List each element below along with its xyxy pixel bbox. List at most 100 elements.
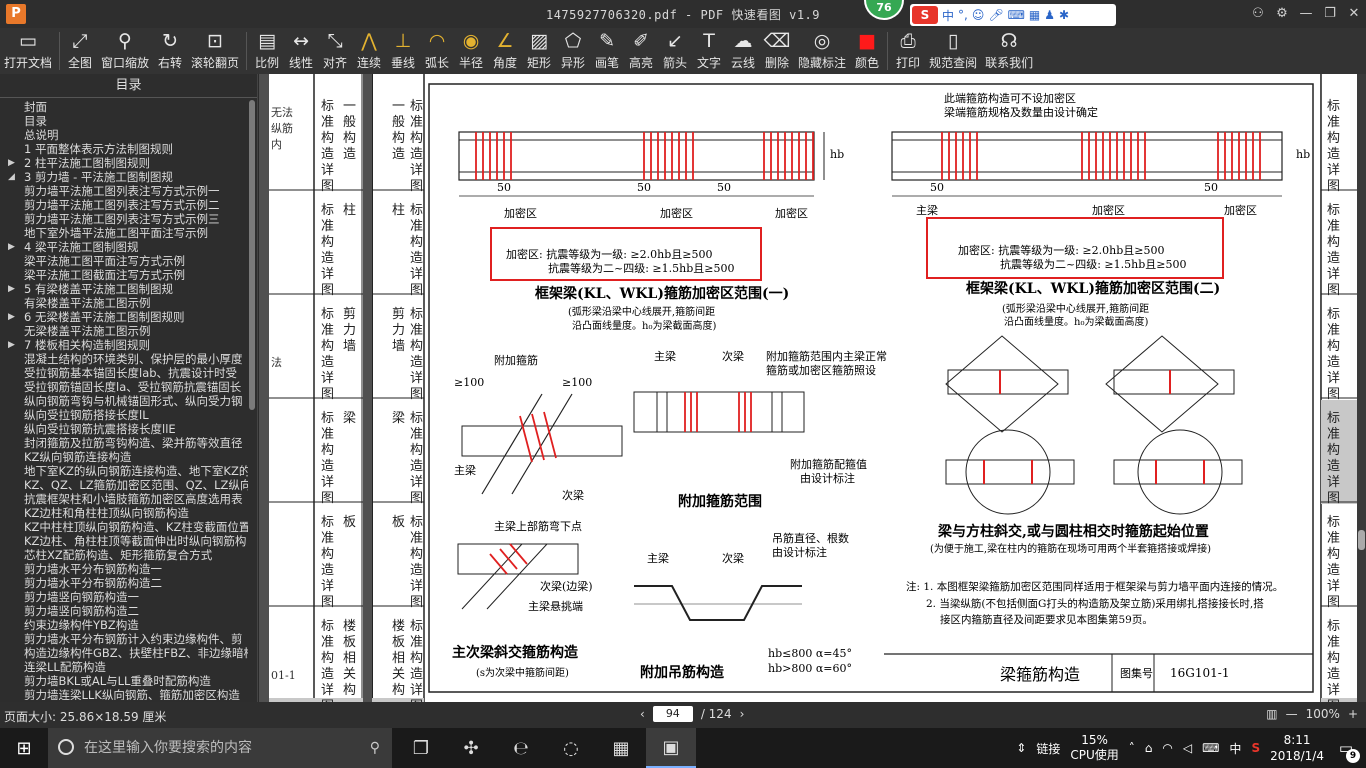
toolbar-button-text[interactable]: T 文字 bbox=[692, 28, 726, 74]
toolbar-button-highlighter[interactable]: ✐ 高亮 bbox=[624, 28, 658, 74]
ime-punct[interactable]: °, bbox=[958, 8, 968, 22]
user-icon[interactable]: ⚇ bbox=[1246, 0, 1270, 28]
toc-item[interactable]: 剪力墙平法施工图列表注写方式示例三 bbox=[0, 212, 248, 226]
toc-item[interactable]: KZ边柱、角柱柱顶等截面伸出时纵向钢筋构 bbox=[0, 534, 248, 548]
tray-expand-icon[interactable]: ˄ bbox=[1129, 741, 1135, 755]
toolbar-button-eye-hide[interactable]: ◎ 隐藏标注 bbox=[794, 28, 850, 74]
zoom-out-button[interactable]: — bbox=[1286, 707, 1298, 721]
mic-icon[interactable]: ⚲ bbox=[370, 728, 380, 768]
toc-item[interactable]: ▶ 6 无梁楼盖平法施工图制图规则 bbox=[0, 310, 248, 324]
settings-icon[interactable]: ⚙ bbox=[1270, 0, 1294, 28]
toc-item[interactable]: 剪力墙竖向钢筋构造二 bbox=[0, 604, 248, 618]
toc-item[interactable]: 混凝土结构的环境类别、保护层的最小厚度 bbox=[0, 352, 248, 366]
task-view-icon[interactable]: ❐ bbox=[396, 728, 446, 768]
toc-item[interactable]: KZ纵向钢筋连接构造 bbox=[0, 450, 248, 464]
toc-item[interactable]: 封闭箍筋及拉筋弯钩构造、梁并筋等效直径 bbox=[0, 436, 248, 450]
expand-caret-icon[interactable]: ▶ bbox=[8, 338, 15, 352]
zoom-in-button[interactable]: + bbox=[1348, 707, 1358, 721]
keyboard-icon[interactable]: ⌨ bbox=[1008, 8, 1025, 22]
toolbar-button-continuous[interactable]: ⋀ 连续 bbox=[352, 28, 386, 74]
toc-item[interactable]: 总说明 bbox=[0, 128, 248, 142]
volume-icon[interactable]: ◁ bbox=[1183, 741, 1192, 755]
toc-item[interactable]: 1 平面整体表示方法制图规则 bbox=[0, 142, 248, 156]
toolbar-button-linear-measure[interactable]: ↔ 线性 bbox=[284, 28, 318, 74]
expand-caret-icon[interactable]: ▶ bbox=[8, 156, 15, 170]
expand-caret-icon[interactable]: ▶ bbox=[8, 282, 15, 296]
maximize-button[interactable]: ❐ bbox=[1318, 0, 1342, 28]
pdf-viewer-app-icon[interactable]: ▣ bbox=[646, 728, 696, 768]
toc-item[interactable]: ▶ 2 柱平法施工图制图规则 bbox=[0, 156, 248, 170]
toc-item[interactable]: 剪力墙平法施工图列表注写方式示例二 bbox=[0, 198, 248, 212]
toolbar-button-folder[interactable]: ▭ 打开文档 bbox=[0, 28, 56, 74]
toc-item[interactable]: 纵向受拉钢筋抗震搭接长度llE bbox=[0, 422, 248, 436]
edge-browser-icon[interactable]: ℮ bbox=[496, 728, 546, 768]
notification-icon[interactable]: ▭ 9 bbox=[1334, 736, 1360, 763]
toc-item[interactable]: 剪力墙水平分布钢筋构造一 bbox=[0, 562, 248, 576]
toc-item[interactable]: 无梁楼盖平法施工图示例 bbox=[0, 324, 248, 338]
link-label[interactable]: 链接 bbox=[1036, 740, 1060, 757]
toolbar-button-polygon[interactable]: ⬠ 异形 bbox=[556, 28, 590, 74]
toc-item[interactable]: 剪力墙BKL或AL与LL重叠时配筋构造 bbox=[0, 674, 248, 688]
toolbar-button-mouse[interactable]: ⊡ 滚轮翻页 bbox=[187, 28, 243, 74]
ime-lang[interactable]: 中 bbox=[942, 7, 954, 24]
toc-item[interactable]: 剪力墙竖向钢筋构造一 bbox=[0, 590, 248, 604]
tray-arrows-icon[interactable]: ⇕ bbox=[1016, 741, 1026, 755]
toc-item[interactable]: 封面 bbox=[0, 100, 248, 114]
mic-icon[interactable]: 🎤︎ bbox=[988, 8, 1003, 22]
explorer-app-icon[interactable]: ▦ bbox=[596, 728, 646, 768]
toc-item[interactable]: 剪力墙连梁LLK纵向钢筋、箍筋加密区构造 bbox=[0, 688, 248, 700]
toolbar-button-pen[interactable]: ✎ 画笔 bbox=[590, 28, 624, 74]
shirt-icon[interactable]: ♟ bbox=[1044, 8, 1055, 22]
toc-item[interactable]: KZ边柱和角柱柱顶纵向钢筋构造 bbox=[0, 506, 248, 520]
toc-item[interactable]: ◢ 3 剪力墙 - 平法施工图制图规 bbox=[0, 170, 248, 184]
toolbar-button-color-swatch[interactable]: ■ 颜色 bbox=[850, 28, 884, 74]
sogou-icon[interactable]: S bbox=[912, 6, 938, 24]
toc-item[interactable]: 抗震框架柱和小墙肢箍筋加密区高度选用表 bbox=[0, 492, 248, 506]
vertical-scrollbar[interactable] bbox=[1357, 74, 1366, 702]
network-icon[interactable]: ⌂ bbox=[1145, 741, 1153, 755]
page-number-input[interactable]: 94 bbox=[652, 706, 693, 722]
toc-item[interactable]: 纵向钢筋弯钩与机械锚固形式、纵向受力钢 bbox=[0, 394, 248, 408]
ime-indicator[interactable]: 中 bbox=[1229, 740, 1241, 757]
grid-icon[interactable]: ▦ bbox=[1029, 8, 1040, 22]
wifi-icon[interactable]: ◠ bbox=[1162, 741, 1172, 755]
toolbar-button-printer[interactable]: ⎙ 打印 bbox=[891, 28, 925, 74]
collapse-caret-icon[interactable]: ◢ bbox=[8, 170, 15, 184]
wrench-icon[interactable]: ✱ bbox=[1059, 8, 1069, 22]
minimize-button[interactable]: — bbox=[1294, 0, 1318, 28]
sogou-tray-icon[interactable]: S bbox=[1251, 741, 1260, 755]
next-page-button[interactable]: › bbox=[740, 707, 745, 721]
toolbar-button-angle[interactable]: ∠ 角度 bbox=[488, 28, 522, 74]
vertical-scroll-thumb[interactable] bbox=[1358, 530, 1365, 550]
toolbar-button-arc[interactable]: ◠ 弧长 bbox=[420, 28, 454, 74]
emoji-icon[interactable]: ☺ bbox=[972, 8, 985, 22]
toolbar-button-magnifier[interactable]: ⚲ 窗口缩放 bbox=[97, 28, 153, 74]
toolbar-button-aligned-measure[interactable]: ⤡ 对齐 bbox=[318, 28, 352, 74]
toc-item[interactable]: 剪力墙水平分布钢筋计入约束边缘构件、剪 bbox=[0, 632, 248, 646]
toc-item[interactable]: 芯柱XZ配筋构造、矩形箍筋复合方式 bbox=[0, 548, 248, 562]
toolbar-button-rotate[interactable]: ↻ 右转 bbox=[153, 28, 187, 74]
toc-item[interactable]: 连梁LL配筋构造 bbox=[0, 660, 248, 674]
expand-caret-icon[interactable]: ▶ bbox=[8, 240, 15, 254]
toc-item[interactable]: 受拉钢筋基本锚固长度lab、抗震设计时受 bbox=[0, 366, 248, 380]
toc-item[interactable]: ▶ 7 楼板相关构造制图规则 bbox=[0, 338, 248, 352]
toolbar-button-rectangle[interactable]: ▨ 矩形 bbox=[522, 28, 556, 74]
toc-item[interactable]: KZ、QZ、LZ箍筋加密区范围、QZ、LZ纵向钢 bbox=[0, 478, 248, 492]
toolbar-button-radius[interactable]: ◉ 半径 bbox=[454, 28, 488, 74]
toolbar-button-arrow[interactable]: ↙ 箭头 bbox=[658, 28, 692, 74]
view-mode-icon[interactable]: ▥ bbox=[1266, 707, 1277, 721]
toc-item[interactable]: 地下室KZ的纵向钢筋连接构造、地下室KZ的 bbox=[0, 464, 248, 478]
prev-page-button[interactable]: ‹ bbox=[640, 707, 645, 721]
toc-item[interactable]: 剪力墙水平分布钢筋构造二 bbox=[0, 576, 248, 590]
toolbar-button-eraser[interactable]: ⌫ 删除 bbox=[760, 28, 794, 74]
toc-item[interactable]: ▶ 5 有梁楼盖平法施工图制图规 bbox=[0, 282, 248, 296]
toolbar-button-fit[interactable]: ⤢ 全图 bbox=[63, 28, 97, 74]
keyboard-icon[interactable]: ⌨ bbox=[1202, 741, 1219, 755]
toolbar-button-cloud[interactable]: ☁ 云线 bbox=[726, 28, 760, 74]
clock[interactable]: 8:11 2018/1/4 bbox=[1270, 732, 1324, 764]
toolbar-button-support[interactable]: ☊ 联系我们 bbox=[981, 28, 1037, 74]
close-button[interactable]: ✕ bbox=[1342, 0, 1366, 28]
toc-scrollbar[interactable] bbox=[249, 100, 255, 410]
toc-item[interactable]: KZ中柱柱顶纵向钢筋构造、KZ柱变截面位置 bbox=[0, 520, 248, 534]
toc-item[interactable]: 受拉钢筋锚固长度la、受拉钢筋抗震锚固长 bbox=[0, 380, 248, 394]
